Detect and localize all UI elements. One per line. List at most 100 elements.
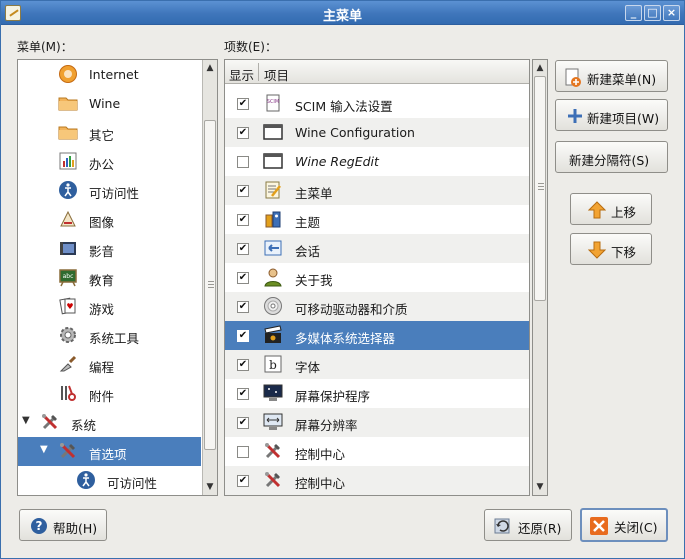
item-row[interactable]: ✔ SCIM SCIM 输入法设置 [225, 89, 529, 118]
window-title: 主菜单 [322, 9, 362, 24]
item-row[interactable]: ✔ Wine Configuration [225, 118, 529, 147]
move-up-button[interactable]: 上移 [570, 193, 652, 225]
item-row[interactable]: ✔ 控制中心 [225, 466, 529, 495]
help-button[interactable]: ? 帮助(H) [19, 509, 107, 541]
menu-tree-item[interactable]: 可访问性 [18, 466, 201, 495]
session-icon [263, 238, 285, 259]
menu-tree-item[interactable]: 图像 [18, 205, 201, 234]
menu-tree-item[interactable]: 影音 [18, 234, 201, 263]
menu-tree[interactable]: Internet Wine 其它 办公 可访问性 图像 影音 abc 教育 ♥ 游戏 系统工具 编程 附件… [17, 59, 218, 496]
items-label: 项数(E)： [224, 40, 277, 54]
title-bar[interactable]: 主菜单 _ □ × [1, 1, 684, 25]
scroll-down-arrow-icon[interactable]: ▼ [204, 480, 216, 494]
expander-icon[interactable]: ▼ [40, 444, 52, 456]
show-checkbox[interactable]: ✔ [237, 330, 249, 342]
menu-tree-item-label: 系统 [71, 418, 97, 433]
menu-tree-item[interactable]: 编程 [18, 350, 201, 379]
revert-button[interactable]: 还原(R) [484, 509, 572, 541]
svg-text:♥: ♥ [66, 302, 73, 311]
show-checkbox[interactable]: ✔ [237, 475, 249, 487]
menu-tree-item[interactable]: 可访问性 [18, 176, 201, 205]
menu-tree-item[interactable]: 系统工具 [18, 321, 201, 350]
show-checkbox[interactable]: ✔ [237, 214, 249, 226]
close-button[interactable]: 关闭(C) [580, 508, 668, 542]
scroll-up-arrow-icon[interactable]: ▲ [534, 61, 546, 75]
expander-icon[interactable]: ▼ [22, 415, 34, 427]
menu-tree-item-label: 附件 [89, 389, 115, 404]
scim-icon: SCIM [263, 93, 285, 114]
menu-tree-item-label: 游戏 [89, 302, 115, 317]
menu-tree-item-label: 教育 [89, 273, 115, 288]
items-list-scrollbar[interactable]: ▲ ▼ [532, 59, 548, 496]
item-row[interactable]: ✔ 会话 [225, 234, 529, 263]
menu-tree-item[interactable]: 其它 [18, 118, 201, 147]
arrow-down-icon [587, 241, 607, 259]
item-row[interactable]: ✔ 主菜单 [225, 176, 529, 205]
clapper-icon [263, 325, 285, 346]
show-checkbox[interactable]: ✔ [237, 243, 249, 255]
menu-tree-item[interactable]: Internet [18, 60, 201, 89]
show-checkbox[interactable]: ✔ [237, 388, 249, 400]
menu-tree-item[interactable]: Wine [18, 89, 201, 118]
menu-tree-item[interactable]: 附件 [18, 379, 201, 408]
move-down-button[interactable]: 下移 [570, 233, 652, 265]
item-row[interactable]: 控制中心 [225, 437, 529, 466]
plus-icon [566, 107, 584, 125]
show-checkbox[interactable]: ✔ [237, 359, 249, 371]
scroll-down-arrow-icon[interactable]: ▼ [534, 480, 546, 494]
help-icon: ? [30, 517, 48, 535]
item-label: 字体 [295, 360, 321, 375]
menu-tree-item-label: 影音 [89, 244, 115, 259]
accessibility-icon [58, 180, 80, 200]
about-me-icon [263, 267, 285, 288]
scrollbar-thumb[interactable] [534, 76, 546, 301]
scrollbar-thumb[interactable] [204, 120, 216, 450]
show-checkbox[interactable]: ✔ [237, 127, 249, 139]
svg-text:SCIM: SCIM [267, 99, 279, 105]
maximize-button[interactable]: □ [644, 5, 661, 21]
menu-tree-scrollbar[interactable]: ▲ ▼ [202, 60, 217, 495]
item-row[interactable]: ✔ 屏幕分辨率 [225, 408, 529, 437]
column-header-item[interactable]: 项目 [264, 65, 289, 84]
minimize-button[interactable]: _ [625, 5, 642, 21]
new-menu-button[interactable]: 新建菜单(N) [555, 60, 668, 92]
show-checkbox[interactable]: ✔ [237, 417, 249, 429]
show-checkbox[interactable]: ✔ [237, 185, 249, 197]
menu-tree-item[interactable]: ♥ 游戏 [18, 292, 201, 321]
menu-tree-item-selected[interactable]: ▼ 首选项 [18, 437, 201, 466]
show-checkbox[interactable]: ✔ [237, 301, 249, 313]
accessories-icon [58, 383, 80, 403]
item-row[interactable]: ✔ 可移动驱动器和介质 [225, 292, 529, 321]
menu-tree-item[interactable]: ▼ 系统 [18, 408, 201, 437]
menu-editor-icon [263, 180, 285, 201]
new-separator-button[interactable]: 新建分隔符(S) [555, 141, 668, 173]
show-checkbox[interactable]: ✔ [237, 98, 249, 110]
menu-tree-item[interactable]: 办公 [18, 147, 201, 176]
gear-icon [58, 325, 80, 345]
show-checkbox[interactable] [237, 156, 249, 168]
item-row[interactable]: ✔ 关于我 [225, 263, 529, 292]
menu-tree-item[interactable]: abc 教育 [18, 263, 201, 292]
menus-label: 菜单(M)： [17, 40, 73, 54]
items-list[interactable]: 显示 项目 ✔ SCIM SCIM 输入法设置 ✔ Wine Configuration… [224, 59, 530, 496]
item-row-selected[interactable]: ✔ 多媒体系统选择器 [225, 321, 529, 350]
item-row[interactable]: ✔ 主题 [225, 205, 529, 234]
item-row[interactable]: ✔ b 字体 [225, 350, 529, 379]
svg-text:abc: abc [63, 273, 74, 280]
item-row[interactable]: ✔ 屏幕保护程序 [225, 379, 529, 408]
column-header-show[interactable]: 显示 [229, 65, 254, 84]
items-list-header: 显示 项目 [225, 60, 529, 84]
item-label: 主题 [295, 215, 321, 230]
menu-tree-item-label: Wine [89, 96, 121, 111]
window-close-button[interactable]: × [663, 5, 680, 21]
show-checkbox[interactable] [237, 446, 249, 458]
item-label: 会话 [295, 244, 321, 259]
scroll-up-arrow-icon[interactable]: ▲ [204, 61, 216, 75]
show-checkbox[interactable]: ✔ [237, 272, 249, 284]
item-row[interactable]: Wine RegEdit [225, 147, 529, 176]
menu-tree-item-label: 编程 [89, 360, 115, 375]
svg-text:?: ? [36, 519, 43, 533]
cards-icon: ♥ [58, 296, 80, 316]
new-item-button[interactable]: 新建项目(W) [555, 99, 668, 131]
item-label: Wine RegEdit [295, 154, 379, 169]
